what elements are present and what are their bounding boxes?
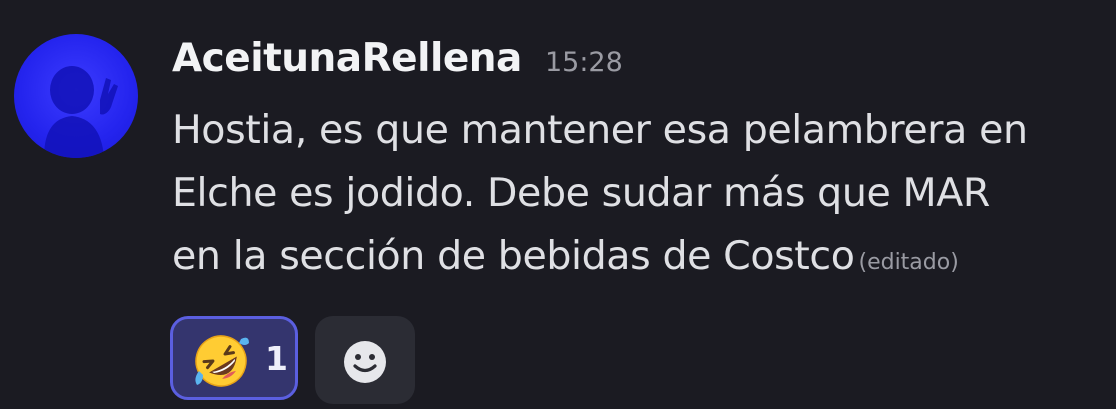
timestamp[interactable]: 15:28: [545, 47, 623, 78]
message-line: Hostia, es que mantener esa pelambrera e…: [172, 107, 1028, 153]
message-line-last: en la sección de bebidas de Costco (edita…: [172, 225, 1112, 294]
message-header: AceitunaRellena 15:28: [172, 36, 623, 88]
username[interactable]: AceitunaRellena: [172, 36, 522, 81]
add-reaction-button[interactable]: [315, 316, 415, 404]
message-line: Elche es jodido. Debe sudar más que MAR: [172, 170, 990, 216]
message-line-text: en la sección de bebidas de Costco: [172, 233, 855, 279]
chat-message: AceitunaRellena 15:28 Hostia, es que man…: [0, 0, 1116, 409]
edited-label: (editado): [858, 250, 959, 275]
user-silhouette-icon: [44, 66, 118, 158]
rolling-on-floor-laughing-icon: [195, 335, 249, 387]
reaction-count: 1: [265, 339, 288, 378]
avatar[interactable]: [14, 34, 138, 158]
message-content: Hostia, es que mantener esa pelambrera e…: [172, 99, 1112, 294]
smiley-face-icon: [344, 341, 386, 383]
reaction-rofl[interactable]: 1: [170, 316, 298, 400]
